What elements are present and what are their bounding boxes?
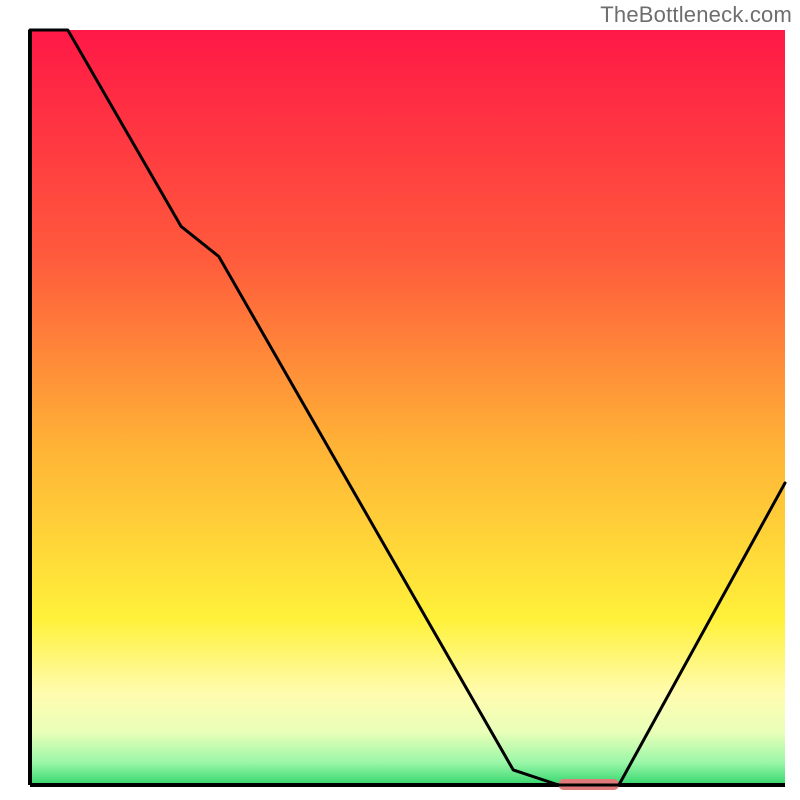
chart-container: TheBottleneck.com (0, 0, 800, 800)
bottleneck-chart (0, 0, 800, 800)
watermark-text: TheBottleneck.com (600, 2, 792, 28)
chart-background (30, 30, 785, 785)
